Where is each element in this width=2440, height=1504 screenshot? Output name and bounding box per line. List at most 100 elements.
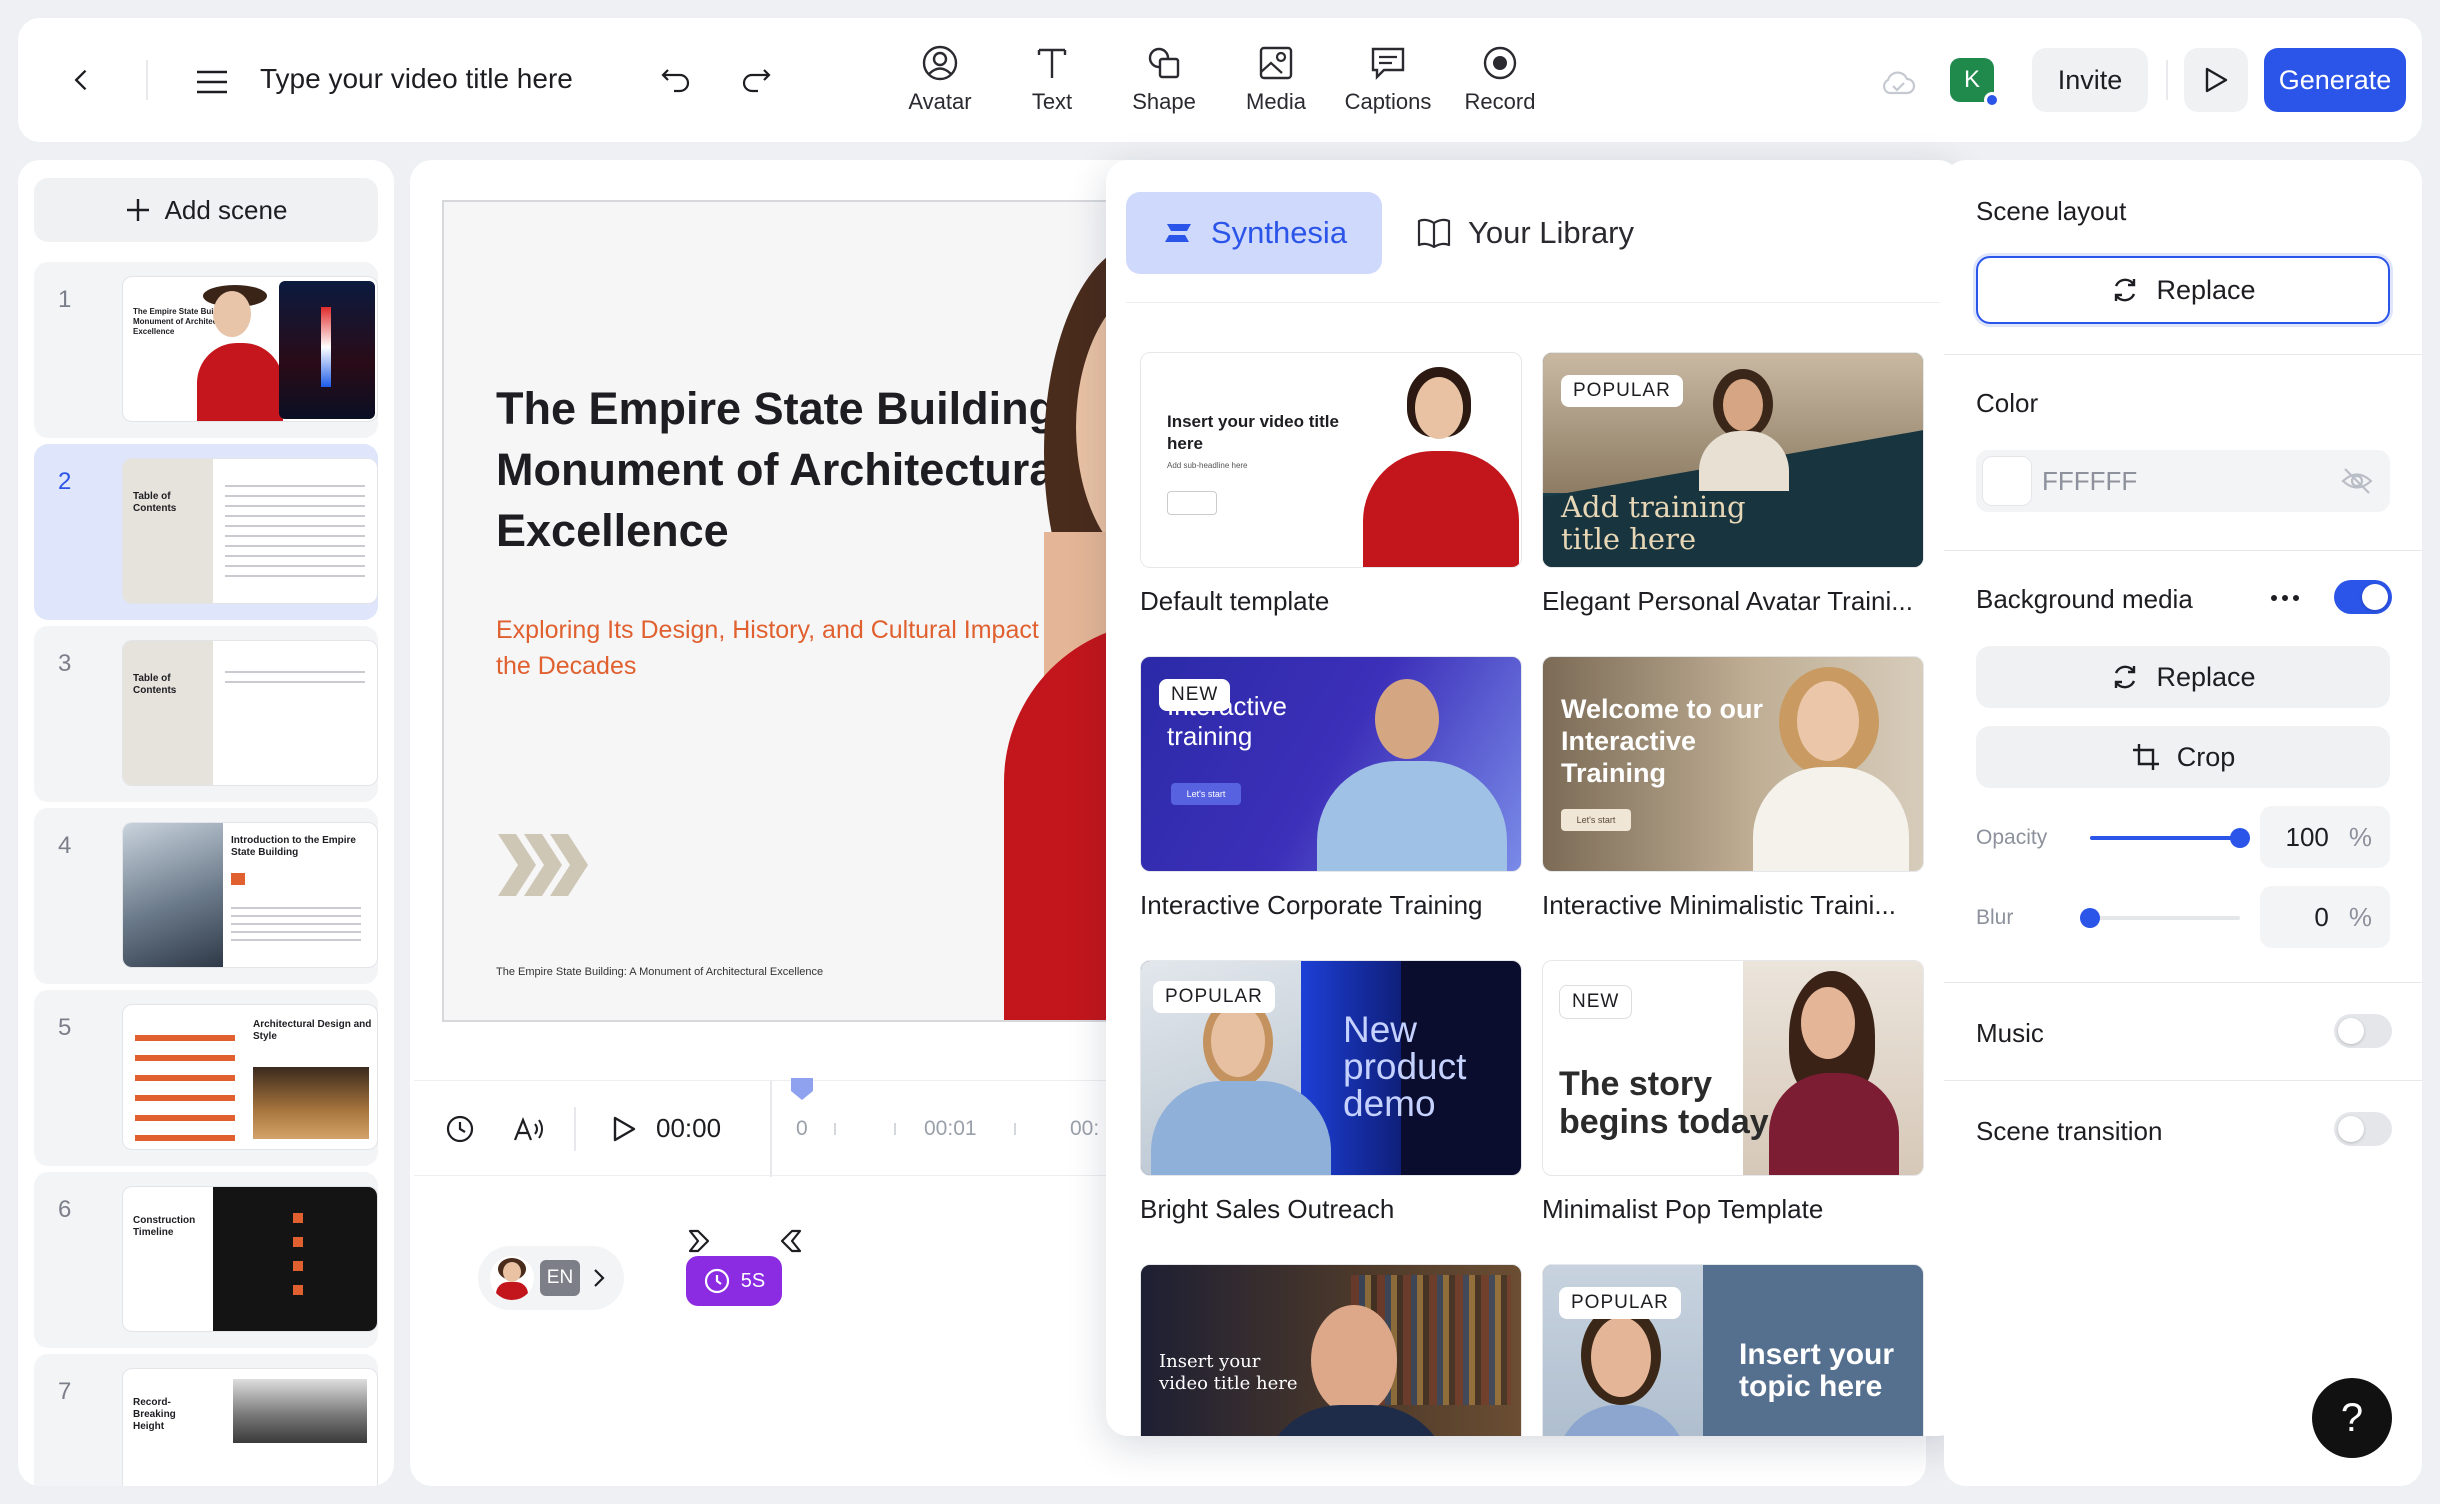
blur-slider-knob[interactable] bbox=[2080, 908, 2100, 928]
template-preview-sub: Add sub-headline here bbox=[1167, 461, 1248, 470]
voice-icon[interactable] bbox=[506, 1109, 550, 1149]
blur-slider[interactable] bbox=[2080, 908, 2240, 928]
divider bbox=[2166, 60, 2168, 100]
scene-item[interactable]: 6 Construction Timeline bbox=[34, 1172, 378, 1348]
slide-subtitle[interactable]: Exploring Its Design, History, and Cultu… bbox=[496, 612, 1116, 684]
layout-replace-button[interactable]: Replace bbox=[1976, 256, 2390, 324]
opacity-slider[interactable] bbox=[2090, 828, 2250, 848]
help-button[interactable]: ? bbox=[2312, 1378, 2392, 1458]
chevrons-decoration bbox=[496, 832, 590, 898]
thumb-title: Construction Timeline bbox=[133, 1215, 196, 1238]
more-options-icon[interactable] bbox=[2270, 594, 2300, 602]
avatar-body bbox=[1363, 451, 1519, 567]
redo-icon[interactable] bbox=[734, 58, 778, 102]
scene-transition-toggle[interactable] bbox=[2334, 1112, 2392, 1146]
blur-input[interactable]: 0 % bbox=[2260, 886, 2390, 948]
current-time: 00:00 bbox=[656, 1113, 722, 1143]
template-card[interactable]: The story begins today NEW bbox=[1542, 960, 1924, 1176]
template-card[interactable]: Insert your topic here POPULAR bbox=[1542, 1264, 1924, 1436]
scene-item[interactable]: 7 Record-Breaking Height bbox=[34, 1354, 378, 1486]
thumb-title: Architectural Design and Style bbox=[253, 1019, 372, 1042]
eye-off-icon[interactable] bbox=[2340, 464, 2374, 498]
scene-thumbnail: Table of Contents bbox=[122, 458, 378, 604]
timeline-tick: 00: bbox=[1070, 1117, 1100, 1140]
opacity-value: 100 bbox=[2285, 821, 2329, 852]
slide-title[interactable]: The Empire State Building: Monument of A… bbox=[496, 378, 1116, 561]
scene-item[interactable]: 5 Architectural Design and Style bbox=[34, 990, 378, 1166]
color-swatch[interactable] bbox=[1982, 456, 2032, 506]
play-icon[interactable] bbox=[604, 1109, 644, 1149]
scene-item[interactable]: 2 Table of Contents bbox=[34, 444, 378, 620]
tool-label: Media bbox=[1246, 89, 1306, 114]
avatar-body bbox=[1151, 1081, 1331, 1175]
tab-synthesia[interactable]: Synthesia bbox=[1126, 192, 1382, 274]
avatar-face bbox=[1801, 987, 1855, 1059]
slide-canvas[interactable]: The Empire State Building: Monument of A… bbox=[442, 200, 1122, 1022]
add-scene-button[interactable]: Add scene bbox=[34, 178, 378, 242]
template-card[interactable]: Insert your video title here Add sub-hea… bbox=[1140, 352, 1522, 568]
scene-number: 7 bbox=[58, 1378, 72, 1405]
template-preview-title: Welcome to our Interactive Training bbox=[1561, 694, 1764, 788]
slide-footer: The Empire State Building: A Monument of… bbox=[496, 966, 824, 978]
refresh-icon bbox=[2115, 665, 2136, 689]
template-badge: NEW bbox=[1159, 679, 1231, 711]
scene-number: 5 bbox=[58, 1014, 72, 1041]
media-replace-button[interactable]: Replace bbox=[1976, 646, 2390, 708]
template-card[interactable]: Interactive training Let's start NEW bbox=[1140, 656, 1522, 872]
music-toggle[interactable] bbox=[2334, 1014, 2392, 1048]
template-badge: POPULAR bbox=[1561, 375, 1683, 407]
avatar-face bbox=[1415, 377, 1463, 439]
avatar-track-chip[interactable]: EN bbox=[478, 1246, 624, 1310]
thumb-sidebar bbox=[123, 641, 213, 785]
template-badge: POPULAR bbox=[1559, 1287, 1681, 1319]
timeline-tick: 00:01 bbox=[924, 1117, 977, 1140]
color-field[interactable]: FFFFFF bbox=[1976, 450, 2390, 512]
scene-duration-chip[interactable]: 5S bbox=[686, 1256, 782, 1306]
scene-item[interactable]: 1 The Empire State Building: Monument of… bbox=[34, 262, 378, 438]
playhead-marker[interactable] bbox=[790, 1077, 814, 1101]
video-title-input[interactable]: Type your video title here bbox=[260, 63, 573, 95]
crop-button[interactable]: Crop bbox=[1976, 726, 2390, 788]
tool-media[interactable]: Media bbox=[1220, 30, 1332, 130]
tab-label: Your Library bbox=[1468, 215, 1635, 250]
divider bbox=[146, 60, 148, 100]
clock-icon[interactable] bbox=[440, 1109, 480, 1149]
template-card[interactable]: POPULAR Add training title here bbox=[1542, 352, 1924, 568]
background-media-heading: Background media bbox=[1976, 584, 2193, 614]
scene-item[interactable]: 3 Table of Contents bbox=[34, 626, 378, 802]
tool-record[interactable]: Record bbox=[1444, 30, 1556, 130]
back-icon[interactable] bbox=[60, 58, 104, 102]
generate-button[interactable]: Generate bbox=[2264, 48, 2406, 112]
building-lights bbox=[321, 307, 331, 387]
opacity-input[interactable]: 100 % bbox=[2260, 806, 2390, 868]
transition-out-icon[interactable] bbox=[778, 1228, 804, 1254]
background-media-toggle[interactable] bbox=[2334, 580, 2392, 614]
template-card[interactable]: New product demo POPULAR bbox=[1140, 960, 1522, 1176]
tab-label: Synthesia bbox=[1210, 215, 1348, 250]
tab-your-library[interactable]: Your Library bbox=[1402, 192, 1662, 274]
opacity-slider-knob[interactable] bbox=[2230, 828, 2250, 848]
language-badge[interactable]: EN bbox=[540, 1260, 580, 1296]
template-badge: POPULAR bbox=[1153, 981, 1275, 1013]
timeline-tick: 0 bbox=[796, 1117, 808, 1140]
invite-button[interactable]: Invite bbox=[2032, 48, 2148, 112]
tool-shape[interactable]: Shape bbox=[1108, 30, 1220, 130]
tool-label: Text bbox=[1031, 89, 1073, 114]
scene-thumbnail: Construction Timeline bbox=[122, 1186, 378, 1332]
chevron-right-icon[interactable] bbox=[592, 1266, 606, 1290]
tool-text[interactable]: Text bbox=[996, 30, 1108, 130]
scene-item[interactable]: 4 Introduction to the Empire State Build… bbox=[34, 808, 378, 984]
preview-play-button[interactable] bbox=[2184, 48, 2248, 112]
properties-panel: Scene layout Replace Color FFFFFF Backgr… bbox=[1944, 160, 2422, 1486]
tool-avatar[interactable]: Avatar bbox=[884, 30, 996, 130]
template-card[interactable]: Insert your video title here bbox=[1140, 1264, 1522, 1436]
transition-in-icon[interactable] bbox=[686, 1228, 712, 1254]
percent-unit: % bbox=[2348, 821, 2372, 852]
logo-placeholder bbox=[1167, 491, 1217, 515]
menu-icon[interactable] bbox=[190, 60, 234, 104]
thumb-photo bbox=[253, 1067, 369, 1139]
color-hex-value[interactable]: FFFFFF bbox=[2042, 466, 2137, 497]
tool-captions[interactable]: Captions bbox=[1332, 30, 1444, 130]
undo-icon[interactable] bbox=[654, 58, 698, 102]
template-card[interactable]: Welcome to our Interactive Training Let'… bbox=[1542, 656, 1924, 872]
